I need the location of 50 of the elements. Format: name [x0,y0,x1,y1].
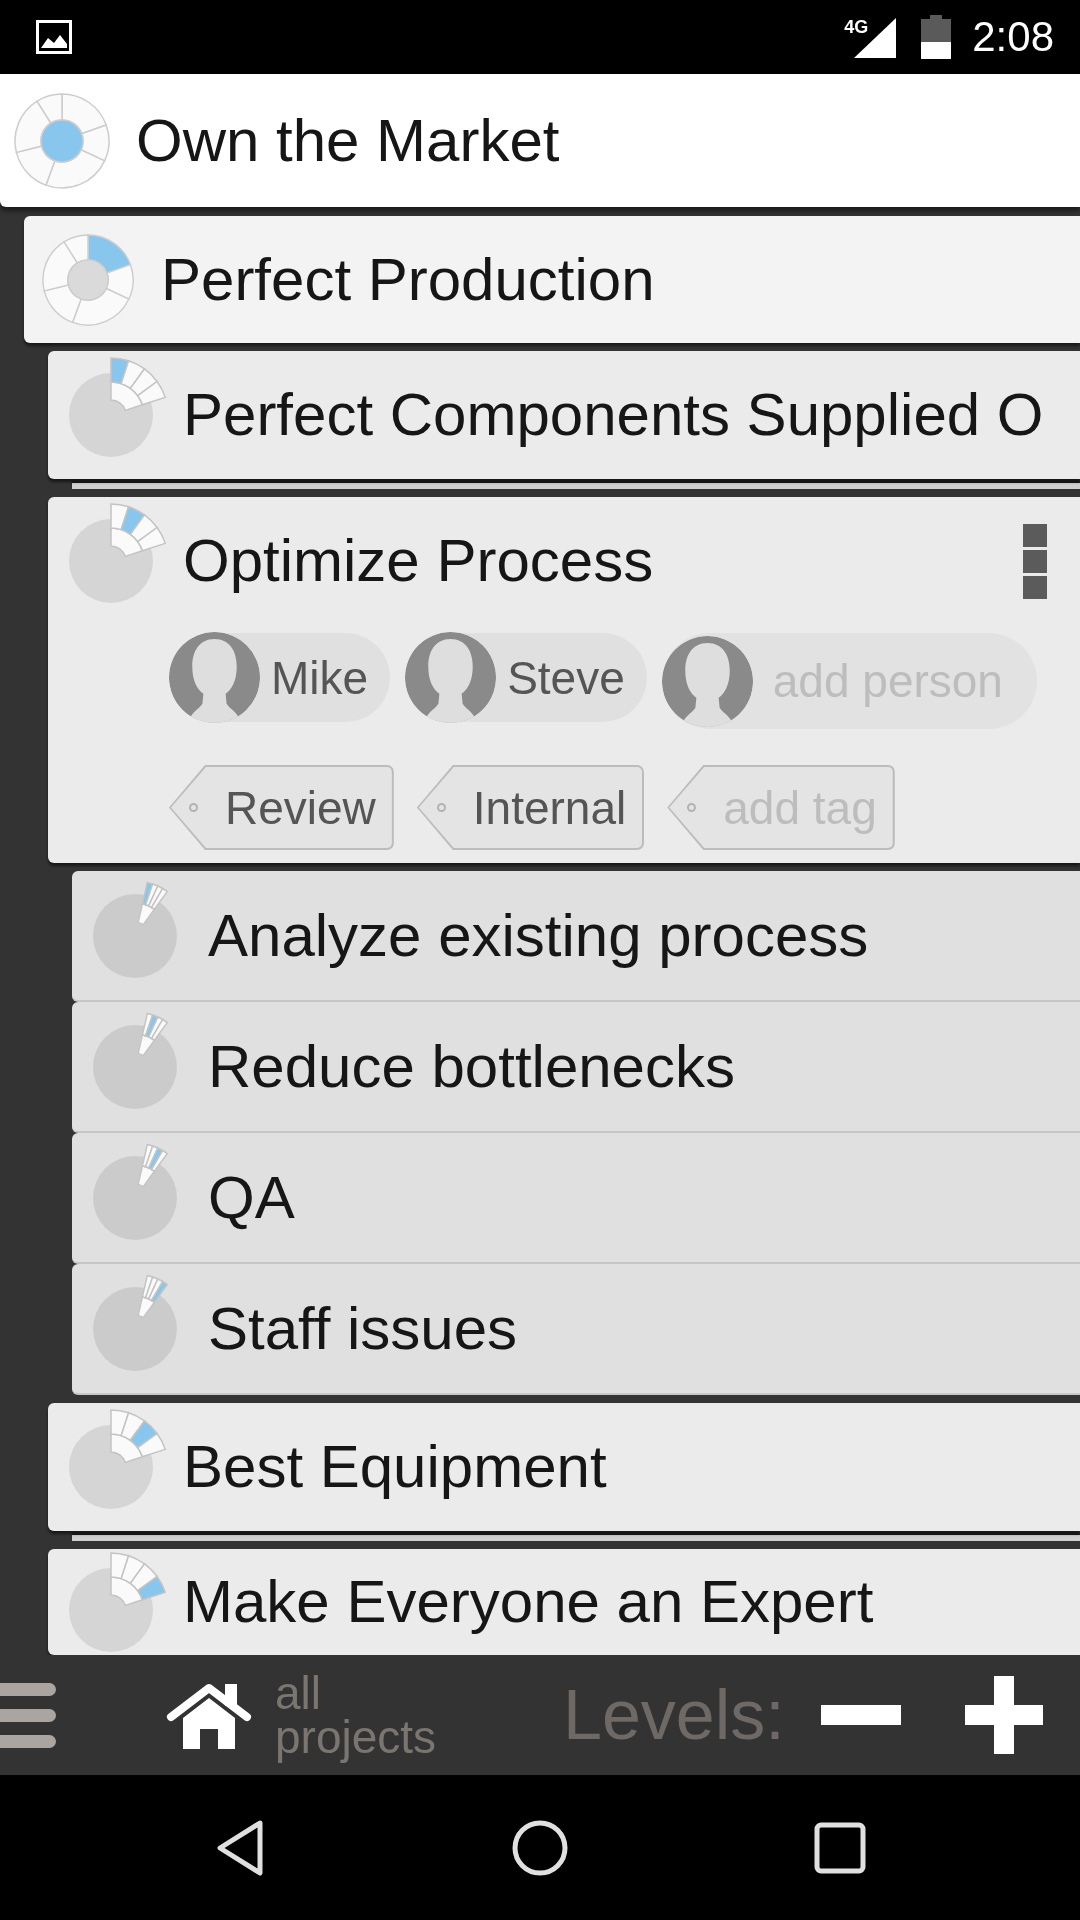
home-circle-icon[interactable] [512,1819,568,1876]
subtask-title: Reduce bottlenecks [208,1036,735,1097]
subtask-card[interactable]: Analyze existing process [72,871,1080,1002]
tag-chip[interactable]: Internal [416,765,645,850]
tag-chip[interactable]: Review [169,765,394,850]
task-title: Optimize Process [183,531,654,591]
subtask-card[interactable]: Staff issues [72,1264,1080,1395]
fan-base-segment [137,1164,156,1187]
recent-apps-icon[interactable] [814,1821,866,1874]
task-title: Perfect Production [161,249,655,310]
subtask-title: Staff issues [208,1298,518,1359]
task-card[interactable]: Best Equipment [48,1403,1080,1531]
battery-icon [921,15,952,59]
tag-hole-icon [436,803,446,812]
subtask-title: Analyze existing process [208,905,869,966]
clock-time: 2:08 [972,16,1054,58]
fan-base-segment [137,1295,156,1318]
fan-base-segment [110,1575,144,1606]
task-title: Best Equipment [183,1437,607,1497]
more-menu-icon[interactable] [1023,523,1047,599]
avatar-silhouette-icon [405,632,497,723]
goal-title: Own the Market [136,110,560,171]
task-title: Perfect Components Supplied O [183,385,1044,445]
fan-base-segment [137,1033,156,1056]
goal-header-card[interactable]: Own the Market [0,74,1080,207]
subtask-card[interactable]: QA [72,1133,1080,1264]
fan-base-segment [110,527,144,558]
network-type-label: 4G [844,18,869,36]
menu-icon[interactable] [0,1682,56,1748]
person-chip[interactable]: Mike [169,633,391,722]
back-icon[interactable] [215,1818,265,1877]
tag-hole-icon [687,803,697,812]
increase-levels-button[interactable] [964,1676,1043,1754]
avatar-silhouette-icon [661,635,753,727]
avatar-silhouette-icon [169,632,260,723]
task-card[interactable]: Perfect Components Supplied O [48,351,1080,479]
task-title: Make Everyone an Expert [183,1572,874,1632]
subtask-title: QA [208,1167,295,1228]
task-card[interactable]: Make Everyone an Expert [48,1549,1080,1655]
fan-base-segment [110,1433,144,1464]
tag-hole-icon [189,803,198,812]
image-icon [36,20,72,54]
task-card[interactable]: Perfect Production [24,216,1080,343]
levels-label: Levels: [563,1680,785,1750]
fan-base-segment [110,381,144,412]
plus-icon [964,1676,1043,1754]
fan-base-segment [137,902,156,925]
person-chip[interactable]: Steve [405,633,647,722]
minus-icon [820,1705,901,1725]
subtask-card[interactable]: Reduce bottlenecks [72,1002,1080,1133]
